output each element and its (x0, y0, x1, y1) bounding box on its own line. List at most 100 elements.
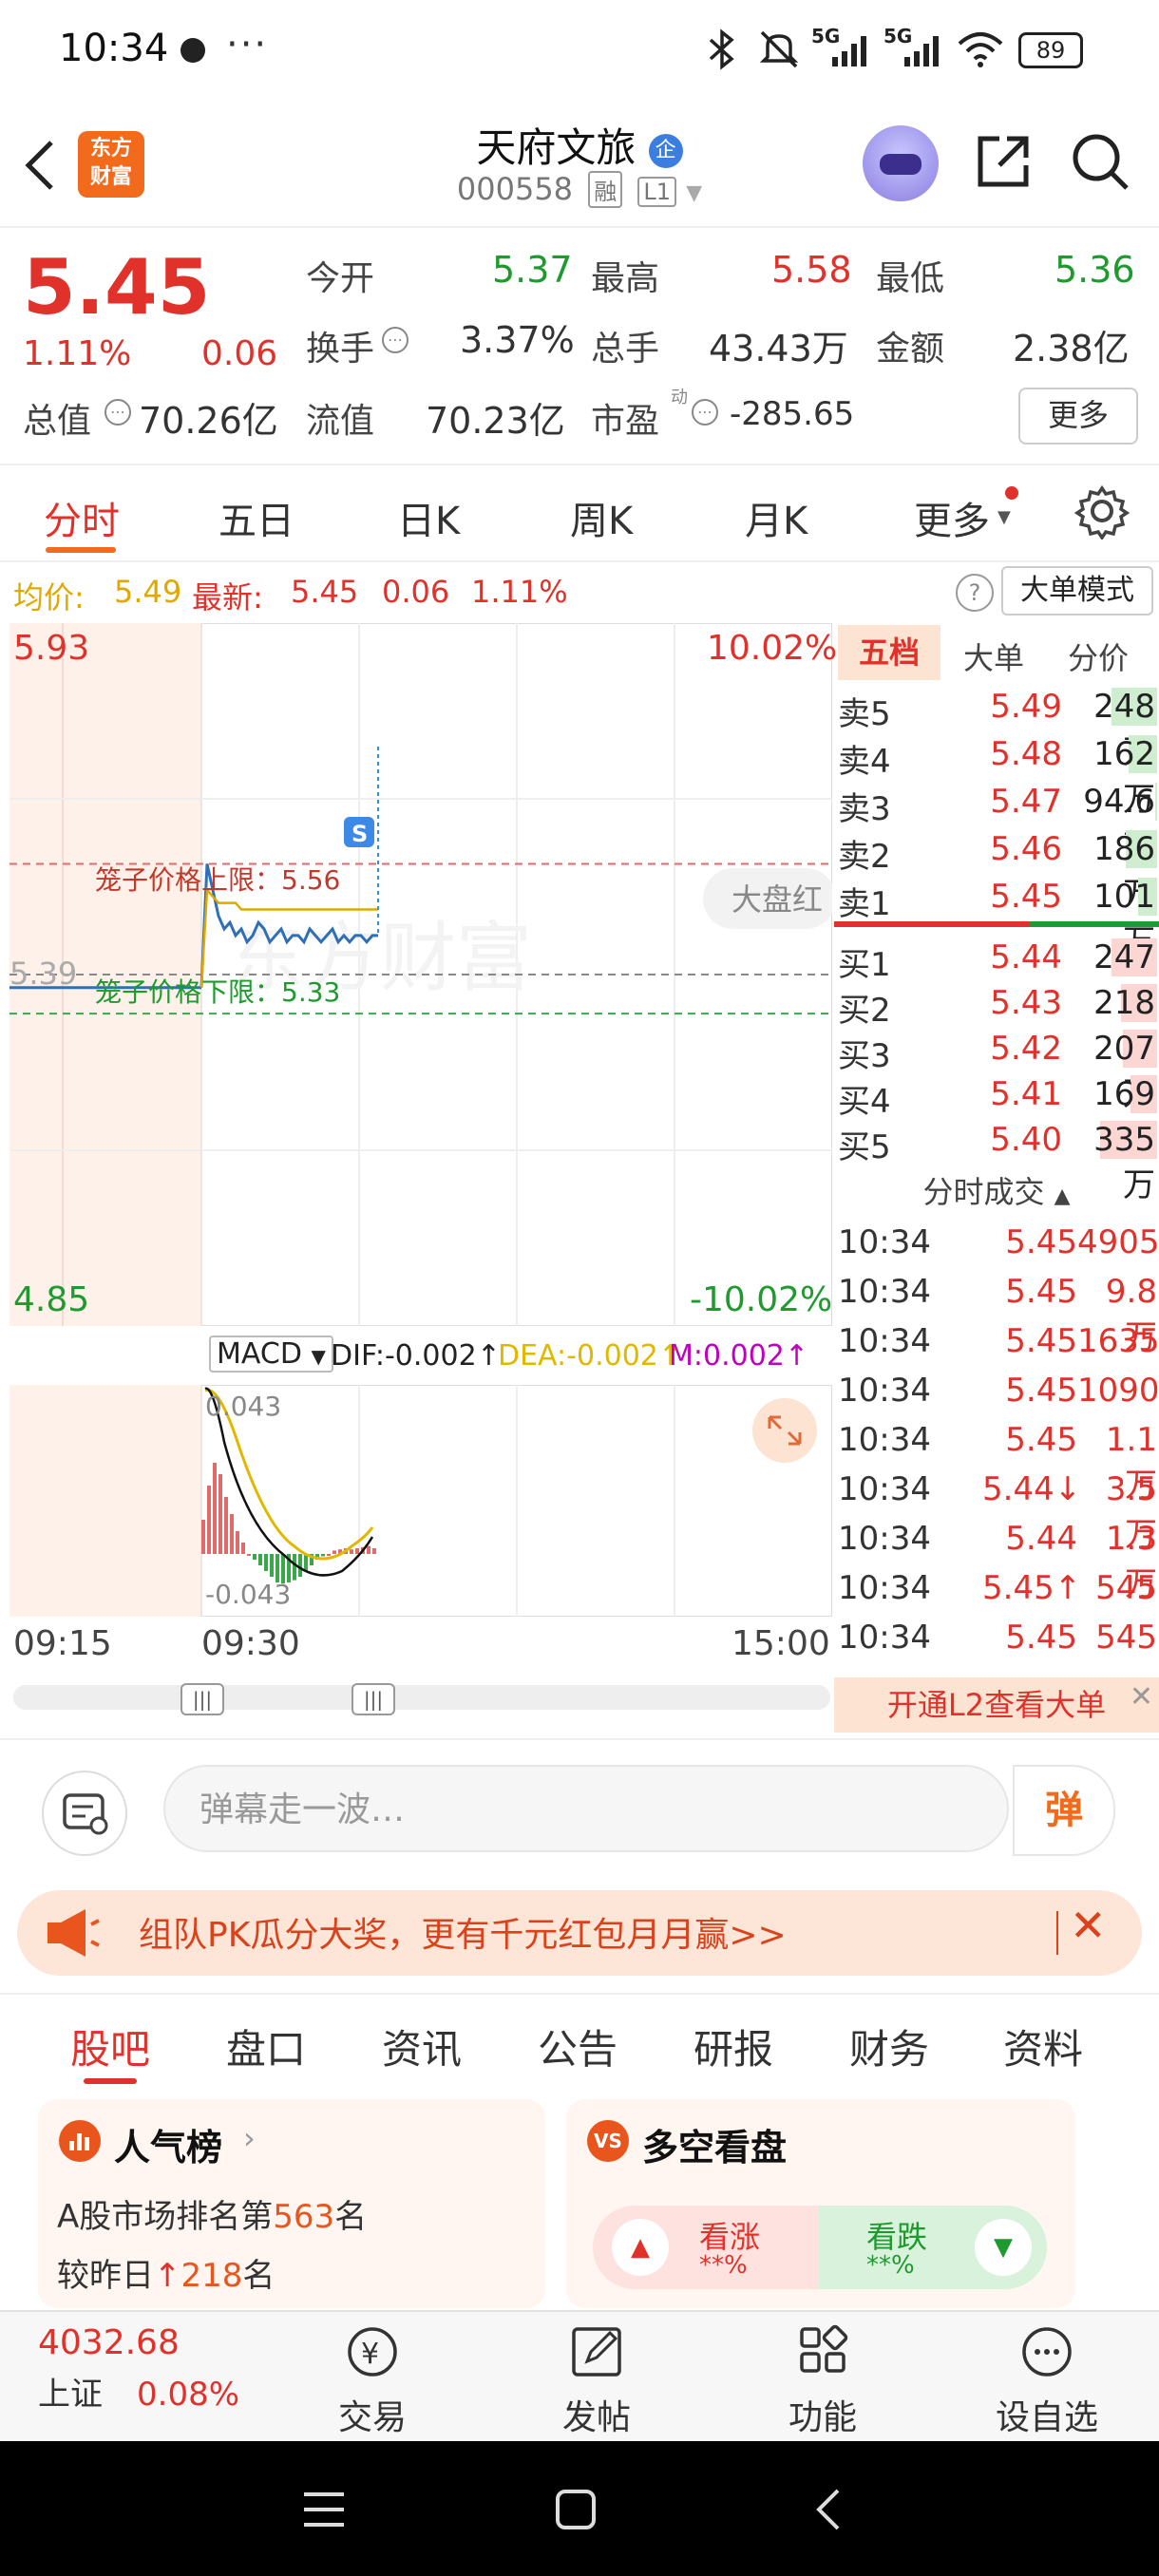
info-icon[interactable]: ⋯ (382, 327, 408, 353)
tab-forum[interactable]: 股吧 (70, 2017, 150, 2075)
rank-value: 563 (273, 2198, 335, 2236)
tab-big-orders[interactable]: 大单 (963, 635, 1024, 678)
danmu-send-button[interactable]: 弹 (1013, 1765, 1115, 1856)
tab-weekly-k[interactable]: 周K (570, 490, 633, 545)
bear-button[interactable]: 看跌 **% ▼ (819, 2206, 1047, 2289)
danmu-input[interactable]: 弹幕走一波… (163, 1765, 1009, 1852)
sell-level-row[interactable]: 卖3 5.47 94.6万 (834, 779, 1159, 866)
volume-bar (1155, 783, 1157, 821)
macd-bar (224, 1497, 228, 1554)
nav-functions-label: 功能 (788, 2398, 857, 2437)
tab-five-levels[interactable]: 五档 (838, 625, 940, 680)
change-prefix: 较昨日 (57, 2257, 154, 2295)
macd-bar (236, 1531, 239, 1554)
tab-price-split[interactable]: 分价 (1068, 635, 1129, 678)
more-circle-icon (1022, 2327, 1072, 2377)
buy-level-row[interactable]: 买3 5.42 207万 (834, 1026, 1159, 1113)
nav-trade[interactable]: ¥ 交易 (287, 2323, 458, 2439)
banner-close-icon[interactable]: ✕ (1070, 1900, 1107, 1951)
back-nav-icon[interactable] (813, 2487, 842, 2532)
tab-daily-k[interactable]: 日K (397, 490, 460, 545)
help-icon[interactable]: ? (956, 574, 994, 612)
sell-level-row[interactable]: 卖1 5.45 101万 (834, 874, 1159, 961)
change-percent: 1.11% (23, 334, 132, 373)
expand-button[interactable] (752, 1398, 817, 1463)
menu-icon[interactable] (302, 2491, 346, 2529)
stock-code: 000558 (456, 171, 574, 207)
notification-icon (180, 38, 205, 63)
bull-button[interactable]: ▲ 看涨 **% (593, 2206, 819, 2289)
tab-orderbook[interactable]: 盘口 (226, 2017, 306, 2075)
tab-research[interactable]: 研报 (694, 2017, 773, 2075)
macd-selector[interactable]: MACD ▼ (209, 1335, 333, 1373)
tick-price: 5.45 (1005, 1322, 1077, 1360)
buy-level-row[interactable]: 买2 5.43 218万 (834, 980, 1159, 1068)
sentiment-title: 多空看盘 (642, 2127, 788, 2169)
more-quote-button[interactable]: 更多 (1018, 388, 1138, 445)
sell-level-row[interactable]: 卖2 5.46 186万 (834, 826, 1159, 914)
caret-up-icon: ▲ (1054, 1184, 1071, 1208)
macd-bar (332, 1550, 336, 1554)
tab-finance[interactable]: 财务 (849, 2017, 929, 2075)
share-icon[interactable] (973, 131, 1034, 192)
info-icon-2[interactable]: ⋯ (104, 399, 131, 426)
l2-promo-button[interactable]: 开通L2查看大单 ✕ (834, 1677, 1159, 1733)
buy-level-row[interactable]: 买5 5.40 335万 (834, 1117, 1159, 1204)
stock-header: 东方 财富 天府文旅 企 000558 融 L1 ▼ (0, 104, 1159, 228)
wifi-icon (958, 32, 1003, 67)
tab-monthly-k[interactable]: 月K (745, 490, 808, 545)
info-icon-3[interactable]: ⋯ (692, 399, 718, 426)
macd-bar (367, 1545, 370, 1554)
home-icon[interactable] (555, 2489, 597, 2530)
macd-bar (218, 1474, 222, 1554)
robot-assistant-icon[interactable] (863, 125, 939, 201)
tab-intraday[interactable]: 分时 (44, 490, 120, 545)
search-icon[interactable] (1070, 131, 1130, 192)
popularity-card[interactable]: 人气榜 › A股市场排名第563名 较昨日↑218名 (38, 2099, 545, 2308)
float-value: 70.23亿 (426, 400, 565, 442)
intraday-chart[interactable]: 东方财富 大盘红 笼子价格上限：5.56 笼子价格下限：5.33 5.39 S (10, 623, 832, 1326)
order-book-tabs: 五档 大单 分价 (834, 625, 1159, 684)
level-label: 买4 (838, 1083, 891, 1121)
sell-level-row[interactable]: 卖4 5.48 162万 (834, 731, 1159, 819)
high-value: 5.58 (771, 249, 852, 291)
promo-banner[interactable]: 组队PK瓜分大奖，更有千元红包月月赢>> ✕ (17, 1890, 1142, 1976)
pct-axis-bottom: -10.02% (690, 1280, 833, 1319)
ticks-title[interactable]: 分时成交 ▲ (834, 1168, 1159, 1212)
nav-functions[interactable]: 功能 (737, 2323, 908, 2439)
volume-value: 43.43万 (709, 328, 848, 369)
chart-scrollbar[interactable] (13, 1685, 830, 1710)
tab-announcements[interactable]: 公告 (538, 2017, 618, 2075)
scroll-handle-left[interactable]: ||| (180, 1683, 224, 1715)
big-order-mode-button[interactable]: 大单模式 (1001, 566, 1153, 616)
time-mid: 09:30 (201, 1624, 300, 1663)
open-value: 5.37 (492, 249, 573, 291)
scroll-handle-right[interactable]: ||| (352, 1683, 395, 1715)
danmu-settings-button[interactable] (42, 1771, 127, 1856)
tab-profile[interactable]: 资料 (1003, 2017, 1083, 2075)
buy-level-row[interactable]: 买4 5.41 169万 (834, 1071, 1159, 1159)
macd-bar: MACD ▼ DIF:-0.002↑ DEA:-0.002↑ M:0.002↑ (10, 1330, 832, 1383)
index-ticker[interactable]: 4032.68 上证 0.08% (38, 2323, 256, 2415)
nav-trade-label: 交易 (337, 2398, 407, 2437)
buy-level-row[interactable]: 买1 5.44 247万 (834, 935, 1159, 1022)
close-icon[interactable]: ✕ (1130, 1670, 1153, 1725)
sell-level-row[interactable]: 卖5 5.49 248万 (834, 684, 1159, 771)
tab-news[interactable]: 资讯 (382, 2017, 462, 2075)
nav-watchlist[interactable]: 设自选 (961, 2323, 1132, 2439)
level-price: 5.49 (990, 688, 1062, 726)
tab-more[interactable]: 更多 (914, 490, 990, 545)
macd-chart[interactable]: 0.043 -0.043 (10, 1385, 832, 1617)
tick-time: 10:34 (838, 1421, 931, 1459)
nav-post[interactable]: 发帖 (511, 2323, 682, 2439)
tick-volume: 545 (1095, 1619, 1157, 1657)
pe-value: -285.65 (730, 395, 855, 433)
index-name: 上证 (38, 2376, 103, 2414)
tick-volume: 1090 (1077, 1372, 1159, 1410)
tab-five-day[interactable]: 五日 (218, 490, 294, 545)
tick-price: 5.45 (1005, 1273, 1077, 1311)
grid-icon (800, 2324, 848, 2373)
tick-volume: 4905 (1077, 1223, 1159, 1261)
gear-icon[interactable] (1074, 483, 1130, 540)
tick-row: 10:34 5.45↑ 545 (834, 1569, 1159, 1619)
